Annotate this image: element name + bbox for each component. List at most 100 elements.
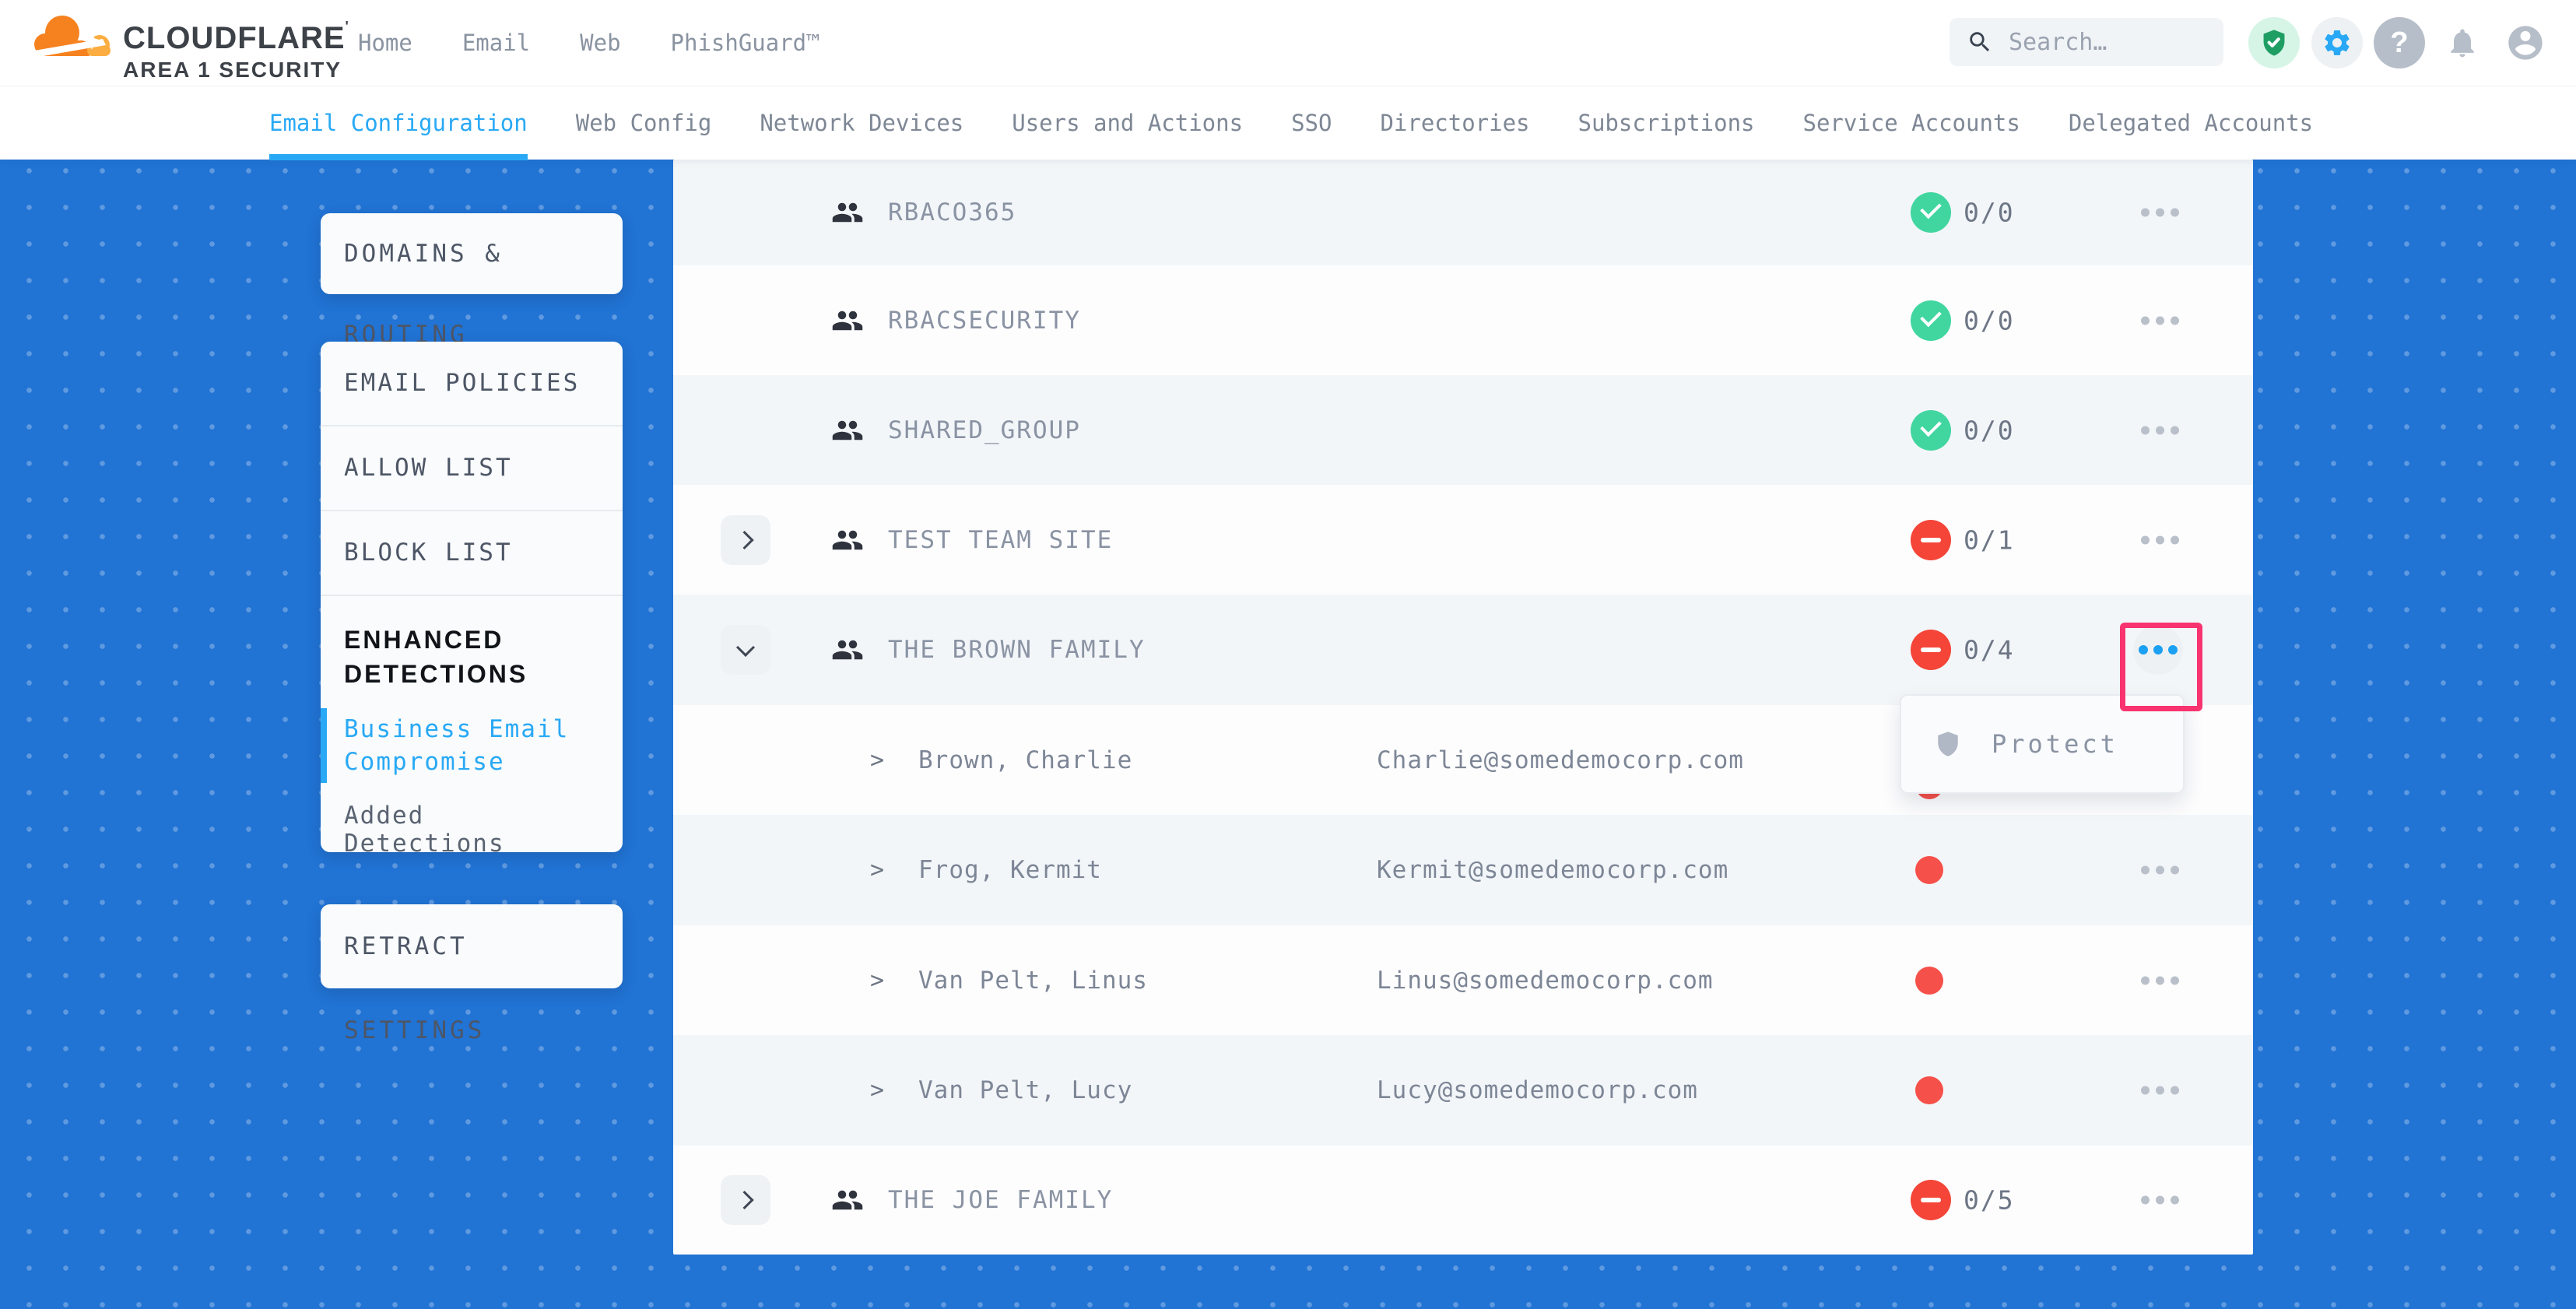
expand-button[interactable] — [721, 1175, 770, 1225]
check-icon — [1920, 198, 1942, 219]
protected-count: 0/0 — [1964, 198, 2015, 228]
protection-status-button[interactable] — [2248, 17, 2300, 68]
status-ok-badge — [1911, 192, 1951, 233]
status-ok-badge — [1911, 410, 1951, 451]
group-icon — [831, 304, 864, 337]
nav-home[interactable]: Home — [358, 30, 412, 56]
group-name: SHARED_GROUP — [888, 416, 1081, 444]
tab-sso[interactable]: SSO — [1291, 86, 1332, 160]
table-row-group: SHARED_GROUP0/0 — [673, 375, 2253, 485]
tab-delegated-accounts[interactable]: Delegated Accounts — [2069, 86, 2313, 160]
sidebar-item-retract-settings: RETRACT SETTINGS — [321, 904, 623, 1072]
table-row-group: RBACSECURITY 0/0 — [673, 265, 2253, 375]
member-email: Kermit@somedemocorp.com — [1377, 856, 1728, 884]
member-name: Brown, Charlie — [918, 746, 1132, 774]
logo-wordmark: CLOUDFLARE' — [123, 19, 349, 56]
check-icon — [1920, 305, 1942, 327]
row-menu-button[interactable] — [2141, 426, 2179, 434]
member-name: Frog, Kermit — [918, 856, 1102, 884]
tab-subscriptions[interactable]: Subscriptions — [1578, 86, 1755, 160]
member-email: Charlie@somedemocorp.com — [1377, 746, 1744, 774]
cloudflare-logo: CLOUDFLARE' AREA 1 SECURITY — [31, 6, 311, 79]
status-alert-badge — [1911, 630, 1951, 670]
nav-phishguard[interactable]: PhishGuard™ — [671, 30, 820, 56]
menu-item-protect[interactable]: Protect — [1992, 729, 2118, 759]
nav-web[interactable]: Web — [580, 30, 620, 56]
group-icon — [831, 1184, 864, 1216]
row-menu-button[interactable] — [2141, 1196, 2179, 1205]
highlight-box — [2120, 623, 2202, 711]
protected-count: 0/0 — [1964, 305, 2015, 335]
chevron-right-icon — [735, 530, 754, 549]
tab-web-config[interactable]: Web Config — [576, 86, 712, 160]
search-icon — [1967, 29, 1993, 55]
expand-button[interactable] — [721, 515, 770, 565]
member-chevron-icon[interactable]: > — [870, 1077, 884, 1104]
settings-button[interactable] — [2311, 17, 2363, 68]
row-menu-button[interactable] — [2141, 209, 2179, 217]
nav-email[interactable]: Email — [462, 30, 530, 56]
member-chevron-icon[interactable]: > — [870, 967, 884, 994]
status-dot — [1915, 967, 1943, 995]
enhanced-detections-title: ENHANCED DETECTIONS — [344, 623, 577, 691]
bell-icon — [2445, 26, 2479, 60]
protected-count: 0/5 — [1964, 1185, 2015, 1216]
row-menu-button[interactable] — [2141, 976, 2179, 984]
group-name: TEST TEAM SITE — [888, 526, 1113, 554]
group-icon — [831, 633, 864, 666]
protected-count: 0/1 — [1964, 525, 2015, 555]
trademark-mark: ' — [346, 19, 349, 34]
member-name: Van Pelt, Linus — [918, 967, 1148, 995]
expand-button[interactable] — [721, 625, 770, 675]
sidebar-item-added-detections[interactable]: Added Detections — [344, 802, 601, 858]
account-button[interactable] — [2500, 17, 2551, 68]
member-chevron-icon[interactable]: > — [870, 857, 884, 884]
table-row-group: RBACO365 0/0 — [673, 160, 2253, 265]
sidebar-item-business-email-compromise[interactable]: Business Email Compromise — [344, 713, 577, 778]
sidebar-card-domains-routing[interactable]: DOMAINS & ROUTING — [321, 213, 623, 294]
chevron-right-icon — [735, 1191, 754, 1209]
table-row-group: THE JOE FAMILY 0/5 — [673, 1146, 2253, 1255]
enhanced-detections-section: ENHANCED DETECTIONS Business Email Compr… — [321, 596, 623, 858]
gear-icon — [2322, 27, 2353, 58]
group-name: THE JOE FAMILY — [888, 1186, 1113, 1214]
group-icon — [831, 414, 864, 447]
minus-icon — [1921, 647, 1941, 652]
help-icon: ? — [2390, 26, 2408, 60]
row-menu-button[interactable] — [2141, 1086, 2179, 1095]
sidebar-item-email-policies[interactable]: EMAIL POLICIES — [321, 342, 623, 426]
tab-service-accounts[interactable]: Service Accounts — [1803, 86, 2020, 160]
check-icon — [1920, 415, 1942, 437]
table-row-group: TEST TEAM SITE 0/1 — [673, 485, 2253, 595]
member-chevron-icon[interactable]: > — [870, 746, 884, 774]
logo-subtitle: AREA 1 SECURITY — [123, 58, 349, 82]
help-button[interactable]: ? — [2374, 17, 2425, 68]
group-name: RBACO365 — [888, 198, 1016, 226]
group-name: RBACSECURITY — [888, 307, 1081, 335]
status-ok-badge — [1911, 300, 1951, 341]
sidebar-item-block-list[interactable]: BLOCK LIST — [321, 511, 623, 596]
shield-icon — [1934, 728, 1962, 760]
sidebar-card-retract-settings[interactable]: RETRACT SETTINGS — [321, 904, 623, 988]
tab-network-devices[interactable]: Network Devices — [760, 86, 963, 160]
app-canvas: CLOUDFLARE' AREA 1 SECURITY Home Email W… — [0, 0, 2576, 1309]
tab-users-and-actions[interactable]: Users and Actions — [1012, 86, 1243, 160]
notifications-button[interactable] — [2437, 17, 2488, 68]
row-menu-button[interactable] — [2141, 866, 2179, 875]
status-alert-badge — [1911, 520, 1951, 560]
table-row-member: > Frog, Kermit Kermit@somedemocorp.com — [673, 815, 2253, 925]
minus-icon — [1921, 538, 1941, 542]
search-bar[interactable] — [1950, 18, 2223, 66]
shield-check-icon — [2259, 28, 2289, 58]
tab-email-configuration[interactable]: Email Configuration — [269, 86, 528, 160]
chevron-down-icon — [736, 638, 755, 657]
tab-directories[interactable]: Directories — [1380, 86, 1529, 160]
search-input[interactable] — [2007, 28, 2189, 57]
group-icon — [831, 524, 864, 556]
member-email: Linus@somedemocorp.com — [1377, 967, 1714, 995]
row-menu-button[interactable] — [2141, 316, 2179, 325]
status-dot — [1915, 856, 1943, 884]
sidebar-item-allow-list[interactable]: ALLOW LIST — [321, 426, 623, 511]
row-menu-button[interactable] — [2141, 535, 2179, 544]
group-name: THE BROWN FAMILY — [888, 636, 1146, 664]
